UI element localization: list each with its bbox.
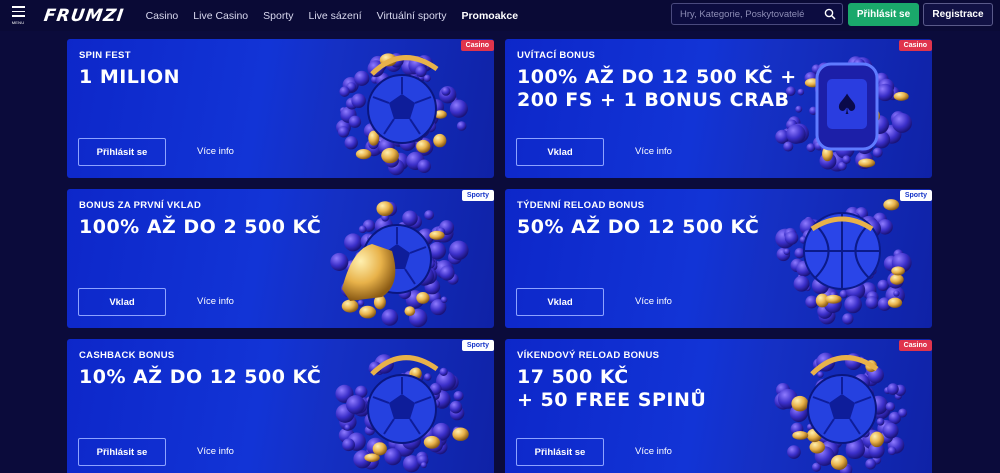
promo-headline: 100% AŽ DO 2 500 KČ <box>79 216 322 238</box>
promo-card-welcome-bonus: UVÍTACÍ BONUS 100% AŽ DO 12 500 KČ +200 … <box>505 39 932 178</box>
promo-login-button[interactable]: Přihlásit se <box>78 138 166 166</box>
nav-sporty[interactable]: Sporty <box>256 10 301 22</box>
promo-kicker: UVÍTACÍ BONUS <box>517 50 596 61</box>
promo-headline: 17 500 KČ + 50 FREE SPINŮ <box>517 366 707 411</box>
category-tag: Casino <box>460 40 494 51</box>
search-input[interactable] <box>672 8 820 20</box>
football-artwork-icon <box>335 354 469 473</box>
promo-kicker: TÝDENNÍ RELOAD BONUS <box>517 200 645 211</box>
category-tag: Casino <box>898 40 932 51</box>
promo-kicker: SPIN FEST <box>79 50 131 61</box>
promo-headline: 100% AŽ DO 12 500 KČ +200 FS + 1 BONUS C… <box>517 66 797 111</box>
promo-card-cashback: CASHBACK BONUS 10% AŽ DO 12 500 KČ Přihl… <box>67 339 494 473</box>
promo-more-info-link[interactable]: Více info <box>197 296 234 307</box>
promo-more-info-link[interactable]: Více info <box>197 146 234 157</box>
category-tag: Casino <box>898 340 932 351</box>
nav-live-casino[interactable]: Live Casino <box>186 10 256 22</box>
hamburger-icon <box>11 6 25 17</box>
promo-kicker: VÍKENDOVÝ RELOAD BONUS <box>517 350 660 361</box>
menu-button[interactable]: MENU <box>0 0 36 31</box>
football-artwork-icon <box>774 352 908 473</box>
nav-virtualni-sporty[interactable]: Virtuální sporty <box>369 10 454 22</box>
promo-headline: 50% AŽ DO 12 500 KČ <box>517 216 760 238</box>
login-button[interactable]: Přihlásit se <box>848 3 919 26</box>
nav-live-sazeni[interactable]: Live sázení <box>301 10 369 22</box>
promo-deposit-button[interactable]: Vklad <box>516 288 604 316</box>
menu-label: MENU <box>11 19 25 25</box>
golden-boot-artwork-icon <box>330 201 469 328</box>
basketball-artwork-icon <box>775 199 912 325</box>
category-tag: Sporty <box>461 340 494 351</box>
promo-login-button[interactable]: Přihlásit se <box>516 438 604 466</box>
register-button[interactable]: Registrace <box>923 3 993 26</box>
main-nav: Casino Live Casino Sporty Live sázení Vi… <box>138 10 526 22</box>
category-tag: Sporty <box>899 190 932 201</box>
promo-deposit-button[interactable]: Vklad <box>78 288 166 316</box>
promo-card-first-deposit: BONUS ZA PRVNÍ VKLAD 100% AŽ DO 2 500 KČ… <box>67 189 494 328</box>
promo-more-info-link[interactable]: Více info <box>635 296 672 307</box>
promo-card-weekly-reload: TÝDENNÍ RELOAD BONUS 50% AŽ DO 12 500 KČ… <box>505 189 932 328</box>
search-icon[interactable] <box>824 8 836 20</box>
promo-more-info-link[interactable]: Více info <box>635 446 672 457</box>
nav-casino[interactable]: Casino <box>138 10 186 22</box>
top-navigation-bar: MENU FRUMZI Casino Live Casino Sporty Li… <box>0 0 1000 31</box>
svg-text:♠: ♠ <box>834 88 859 121</box>
promo-deposit-button[interactable]: Vklad <box>516 138 604 166</box>
promo-headline: 1 MILION <box>79 66 181 88</box>
category-tag: Sporty <box>461 190 494 201</box>
promo-headline: 10% AŽ DO 12 500 KČ <box>79 366 322 388</box>
promo-kicker: BONUS ZA PRVNÍ VKLAD <box>79 200 202 211</box>
slot-machine-artwork-icon: ♠ <box>775 56 912 172</box>
promo-card-weekend-reload: VÍKENDOVÝ RELOAD BONUS 17 500 KČ + 50 FRE… <box>505 339 932 473</box>
search-box <box>671 3 843 25</box>
promo-card-spin-fest: SPIN FEST 1 MILION Přihlásit se Více inf… <box>67 39 494 178</box>
promo-more-info-link[interactable]: Více info <box>635 146 672 157</box>
promo-login-button[interactable]: Přihlásit se <box>78 438 166 466</box>
promo-more-info-link[interactable]: Více info <box>197 446 234 457</box>
football-artwork-icon <box>336 53 468 176</box>
nav-promoakce[interactable]: Promoakce <box>454 10 526 22</box>
promo-kicker: CASHBACK BONUS <box>79 350 175 361</box>
frumzi-logo[interactable]: FRUMZI <box>43 6 126 26</box>
